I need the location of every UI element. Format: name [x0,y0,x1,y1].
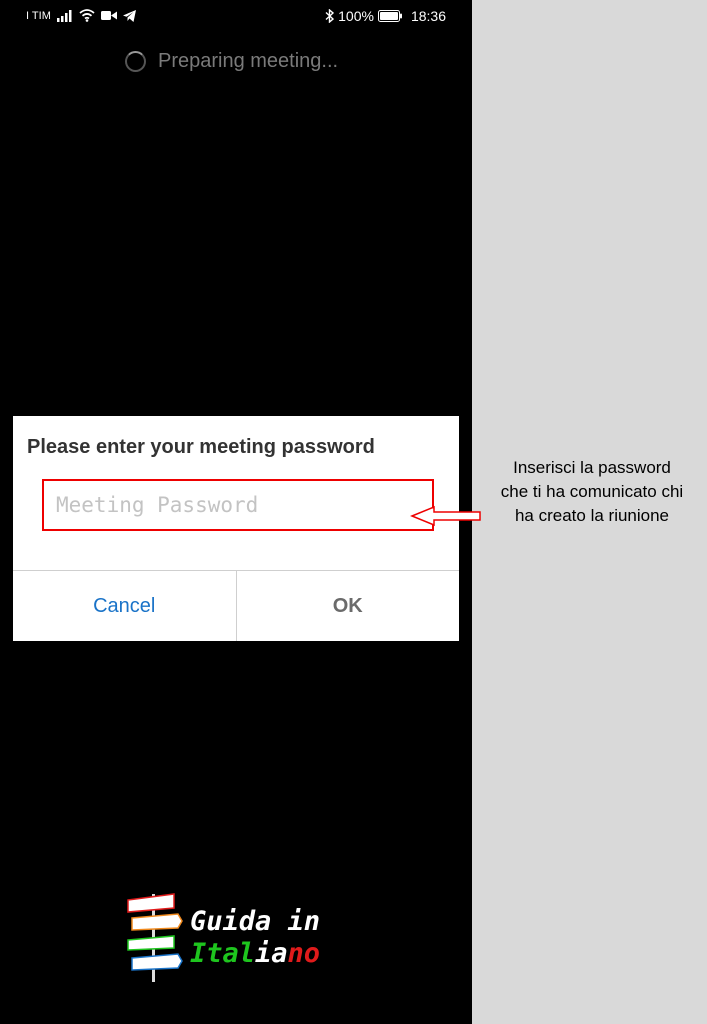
battery-icon [377,10,402,22]
status-bar-right: 100% 18:36 [325,8,446,24]
annotation-line-2: che ti ha comunicato chi [500,482,684,501]
clock: 18:36 [410,8,446,24]
dialog-button-row: Cancel OK [13,570,459,641]
logo-part-green: Ital [190,938,256,969]
signal-icon [56,9,72,22]
carrier-label: I TIM [26,9,51,22]
logo-part-white: ia [255,938,288,969]
password-dialog: Please enter your meeting password Cance… [13,416,459,641]
cancel-button[interactable]: Cancel [13,571,237,641]
telegram-icon [122,9,136,22]
bluetooth-icon [325,9,335,23]
annotation-line-1: Inserisci la password [513,458,671,477]
wifi-icon [79,9,95,22]
annotation-arrow-icon [410,505,481,527]
annotation-line-3: ha creato la riunione [514,506,670,525]
dialog-title: Please enter your meeting password [27,436,375,458]
logo-part-red: no [287,938,321,969]
signpost-icon [127,893,183,982]
preparing-text: Preparing meeting... [158,50,339,72]
logo-line1: Guida in [190,906,321,937]
preparing-indicator: Preparing meeting... [125,50,338,73]
logo-line2: Italiano [190,938,320,970]
meeting-password-input[interactable] [42,479,434,531]
guida-in-italiano-logo: Guida in Italiano [124,888,354,988]
status-bar: I TIM 100% 18:36 [0,0,472,34]
video-camera-icon [100,11,117,20]
loading-spinner-icon [125,51,146,72]
phone-screen: I TIM 100% 18:36 Preparing meeting... Pl… [0,0,472,1024]
annotation-callout: Inserisci la password che ti ha comunica… [478,456,706,528]
battery-percentage: 100% [338,8,374,24]
logo-text: Guida in Italiano [190,906,320,970]
status-bar-left: I TIM [26,9,136,22]
ok-button[interactable]: OK [236,571,459,641]
